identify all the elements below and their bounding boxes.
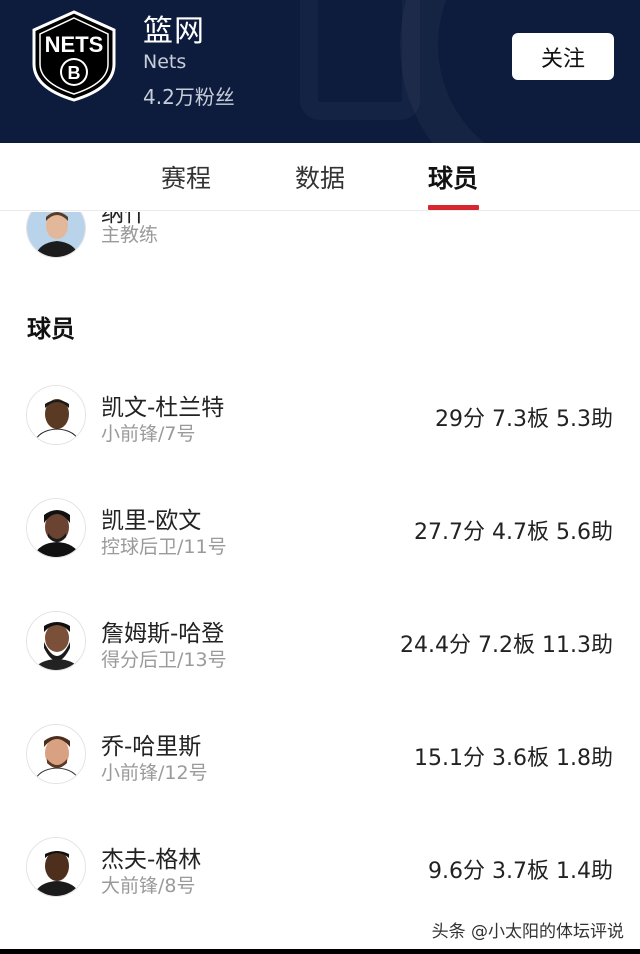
player-name: 乔-哈里斯: [101, 734, 202, 760]
fan-count: 4.2万粉丝: [143, 85, 235, 109]
players-section-title: 球员: [27, 315, 75, 343]
logo-text: NETS: [45, 32, 104, 57]
bottom-edge: [0, 949, 640, 954]
tab-bar: 赛程 数据 球员: [0, 143, 640, 211]
player-avatar: [26, 837, 86, 897]
player-position: 小前锋/7号: [101, 423, 196, 445]
player-position: 控球后卫/11号: [101, 536, 227, 558]
player-row[interactable]: 凯里-欧文 控球后卫/11号 27.7分 4.7板 5.6助: [0, 495, 640, 595]
player-stats: 15.1分 3.6板 1.8助: [414, 746, 613, 771]
coach-role: 主教练: [101, 224, 159, 246]
team-english-name: Nets: [143, 51, 187, 73]
follow-button[interactable]: 关注: [512, 33, 614, 80]
team-name: 篮网: [143, 14, 205, 49]
player-stats: 29分 7.3板 5.3助: [435, 407, 613, 432]
coach-row[interactable]: 纳什 主教练: [0, 212, 640, 268]
player-name: 詹姆斯-哈登: [101, 621, 225, 647]
player-avatar: [26, 724, 86, 784]
team-header: NETS B 篮网 Nets 4.2万粉丝 关注: [0, 0, 640, 143]
tab-players[interactable]: 球员: [428, 159, 478, 195]
player-name: 杰夫-格林: [101, 847, 202, 873]
player-avatar: [26, 611, 86, 671]
player-position: 得分后卫/13号: [101, 649, 227, 671]
player-row[interactable]: 乔-哈里斯 小前锋/12号 15.1分 3.6板 1.8助: [0, 721, 640, 821]
team-page: NETS B 篮网 Nets 4.2万粉丝 关注 赛程 数据 球员 纳什 主教练…: [0, 0, 640, 954]
player-stats: 27.7分 4.7板 5.6助: [414, 520, 613, 545]
nets-logo: NETS B: [28, 10, 120, 102]
coach-avatar: [26, 212, 86, 258]
roster-list: 纳什 主教练 球员 凯文-杜兰特 小前锋/7号 29分 7.3板 5.3助 凯里…: [0, 212, 640, 954]
player-stats: 24.4分 7.2板 11.3助: [400, 633, 613, 658]
active-tab-indicator: [428, 205, 479, 210]
header-background-shape: [300, 0, 420, 120]
player-row[interactable]: 詹姆斯-哈登 得分后卫/13号 24.4分 7.2板 11.3助: [0, 608, 640, 708]
player-stats: 9.6分 3.7板 1.4助: [428, 859, 613, 884]
player-avatar: [26, 498, 86, 558]
svg-text:B: B: [68, 63, 81, 83]
player-position: 大前锋/8号: [101, 875, 196, 897]
player-row[interactable]: 凯文-杜兰特 小前锋/7号 29分 7.3板 5.3助: [0, 382, 640, 482]
tab-stats[interactable]: 数据: [295, 159, 345, 195]
player-avatar: [26, 385, 86, 445]
player-name: 凯里-欧文: [101, 508, 202, 534]
source-watermark: 头条 @小太阳的体坛评说: [429, 917, 626, 942]
player-name: 凯文-杜兰特: [101, 395, 225, 421]
tab-schedule[interactable]: 赛程: [161, 159, 211, 195]
player-position: 小前锋/12号: [101, 762, 208, 784]
